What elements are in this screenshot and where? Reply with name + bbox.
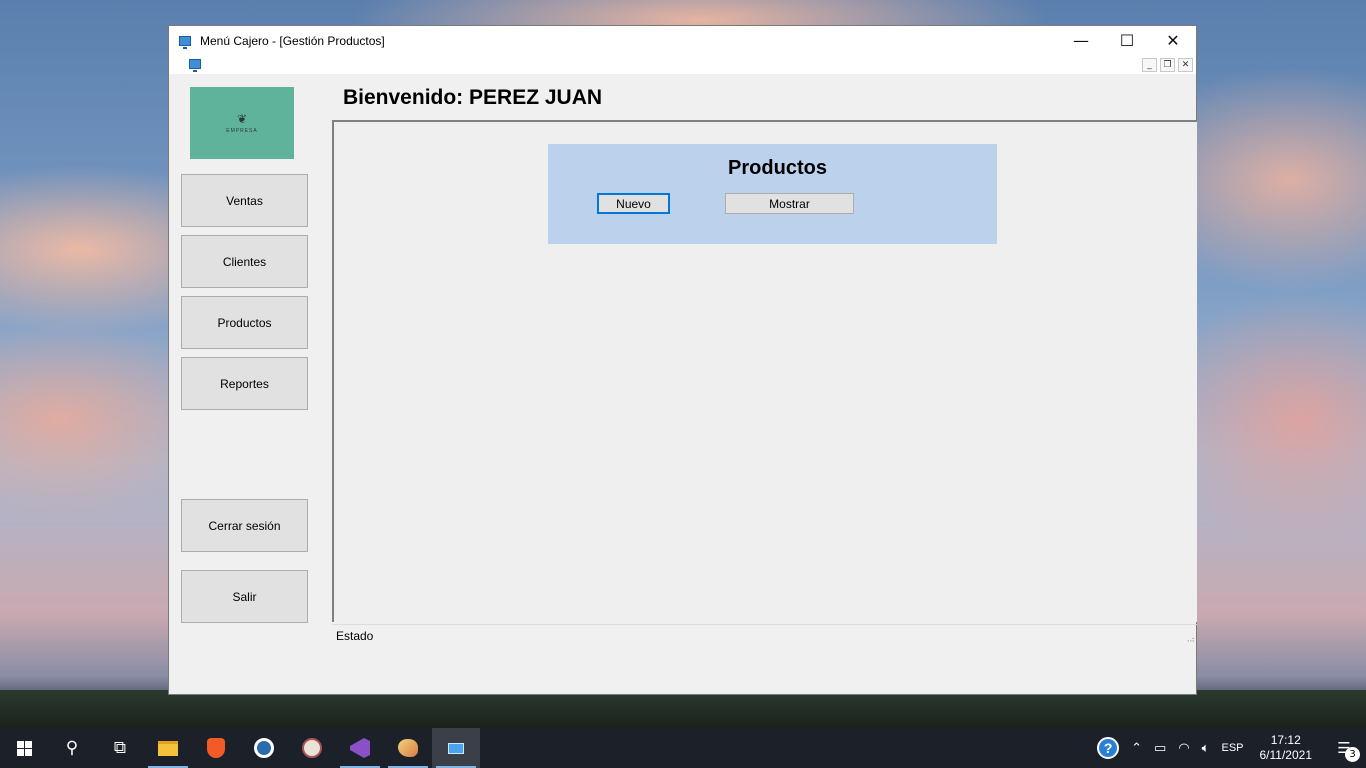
visual-studio-icon[interactable] [336,728,384,768]
mostrar-button[interactable]: Mostrar [725,193,854,214]
ventas-button[interactable]: Ventas [181,174,308,227]
close-button[interactable]: ✕ [1150,26,1196,55]
system-tray: ? ⌃ ▭ ◠ 🔈︎ ESP 17:12 6/11/2021 ☰ 3 [1097,728,1366,768]
products-title: Productos [728,157,827,179]
start-button[interactable] [0,728,48,768]
mdi-client-area: Productos Nuevo Mostrar [332,120,1197,622]
paint-app-icon[interactable] [384,728,432,768]
task-view-icon[interactable]: ⧉ [96,728,144,768]
language-indicator[interactable]: ESP [1215,742,1249,754]
help-icon[interactable]: ? [1097,737,1120,759]
maximize-button[interactable]: ☐ [1104,26,1150,55]
minimize-button[interactable]: — [1058,26,1104,55]
brave-browser-icon[interactable] [192,728,240,768]
file-explorer-icon[interactable] [144,728,192,768]
app-icon [179,35,191,49]
wifi-icon[interactable]: ◠ [1172,741,1195,756]
app-window: Menú Cajero - [Gestión Productos] — ☐ ✕ … [168,25,1197,695]
resize-grip-icon[interactable]: ⠠⠴ [1184,635,1195,644]
clock[interactable]: 17:12 6/11/2021 [1250,733,1323,763]
logo-text: EMPRESA [226,127,258,134]
edge-browser-icon[interactable] [240,728,288,768]
compass-app-icon[interactable] [288,728,336,768]
reportes-button[interactable]: Reportes [181,357,308,410]
chevron-up-icon[interactable]: ⌃ [1125,741,1148,756]
cerrar-sesion-button[interactable]: Cerrar sesión [181,499,308,552]
salir-button[interactable]: Salir [181,570,308,623]
status-bar: Estado ⠠⠴ [332,624,1197,646]
mdi-child-icon[interactable] [189,59,201,72]
clock-date: 6/11/2021 [1259,748,1313,762]
productos-button[interactable]: Productos [181,296,308,349]
running-app-icon[interactable] [432,728,480,768]
notification-count-badge: 3 [1345,747,1360,762]
search-icon[interactable]: ⚲ [48,728,96,768]
notification-center-icon[interactable]: ☰ 3 [1322,728,1366,768]
welcome-label: Bienvenido: PEREZ JUAN [343,86,603,109]
title-bar[interactable]: Menú Cajero - [Gestión Productos] — ☐ ✕ [169,26,1196,55]
battery-icon[interactable]: ▭ [1148,741,1172,756]
desktop-horizon [0,690,1366,728]
logo-tree-icon: ❦ [236,111,248,126]
nuevo-button[interactable]: Nuevo [597,193,670,214]
mdi-minimize-button[interactable]: _ [1142,58,1157,72]
status-label: Estado [336,629,374,643]
mdi-child-controls: _ ❐ ✕ [1142,58,1193,72]
products-panel: Productos Nuevo Mostrar [548,144,997,244]
taskbar: ⚲ ⧉ ? ⌃ ▭ ◠ 🔈︎ ESP 17:12 6/11/2021 ☰ 3 [0,728,1366,768]
mdi-menu-bar: _ ❐ ✕ [169,55,1196,74]
volume-icon[interactable]: 🔈︎ [1196,741,1216,756]
clientes-button[interactable]: Clientes [181,235,308,288]
clock-time: 17:12 [1270,733,1301,747]
window-title: Menú Cajero - [Gestión Productos] [200,33,385,48]
mdi-close-button[interactable]: ✕ [1178,58,1193,72]
windows-logo-icon [16,740,32,756]
mdi-restore-button[interactable]: ❐ [1160,58,1175,72]
company-logo: ❦ EMPRESA [190,87,294,159]
